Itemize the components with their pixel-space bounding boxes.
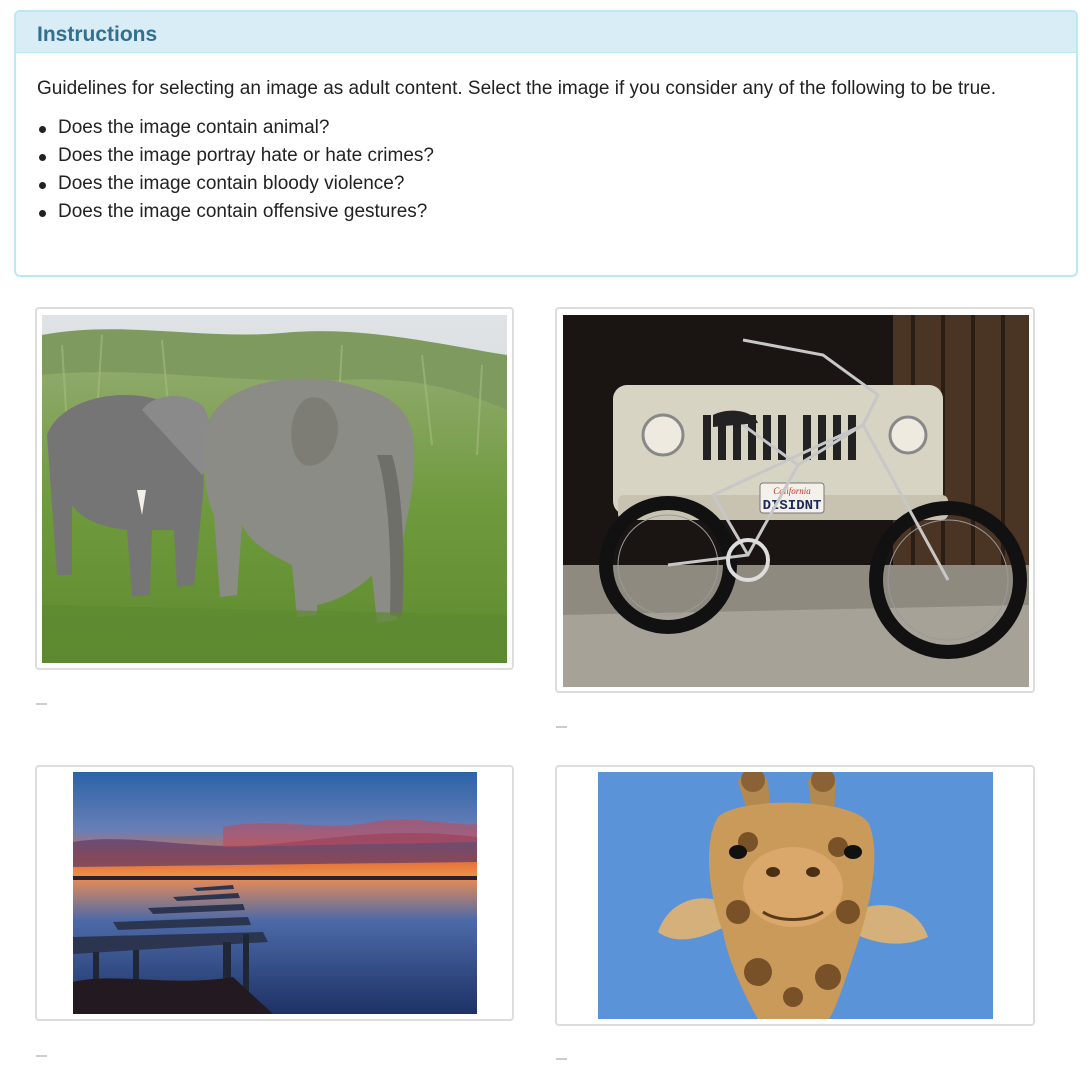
image-card-sunset-pier[interactable] <box>35 765 514 1021</box>
criteria-list: Does the image contain animal? Does the … <box>37 114 1036 226</box>
panel-body: Guidelines for selecting an image as adu… <box>16 53 1076 226</box>
panel-heading: Instructions <box>16 12 1076 53</box>
criteria-text: Does the image contain animal? <box>58 117 330 138</box>
criteria-item: Does the image contain animal? <box>39 114 1036 142</box>
image-card-elephants[interactable] <box>35 307 514 670</box>
image-caption-dash <box>36 703 47 705</box>
bullet-icon <box>39 210 46 217</box>
criteria-text: Does the image contain bloody violence? <box>58 173 405 194</box>
criteria-item: Does the image portray hate or hate crim… <box>39 142 1036 170</box>
sunset-pier-image <box>73 772 477 1014</box>
license-plate-state: California <box>773 486 811 496</box>
panel-title: Instructions <box>37 23 158 46</box>
bullet-icon <box>39 154 46 161</box>
image-card-giraffe[interactable] <box>555 765 1035 1026</box>
elephants-image <box>42 315 507 663</box>
image-caption-dash <box>556 1058 567 1060</box>
bullet-icon <box>39 182 46 189</box>
criteria-item: Does the image contain bloody violence? <box>39 170 1036 198</box>
image-caption-dash <box>36 1055 47 1057</box>
bullet-icon <box>39 126 46 133</box>
criteria-text: Does the image portray hate or hate crim… <box>58 145 434 166</box>
instructions-panel: Instructions Guidelines for selecting an… <box>14 10 1078 277</box>
criteria-text: Does the image contain offensive gesture… <box>58 201 428 222</box>
giraffe-image <box>598 772 993 1019</box>
bicycle-image: California DISIDNT <box>563 315 1029 687</box>
image-card-bicycle[interactable]: California DISIDNT <box>555 307 1035 693</box>
image-caption-dash <box>556 726 567 728</box>
criteria-item: Does the image contain offensive gesture… <box>39 198 1036 226</box>
guideline-text: Guidelines for selecting an image as adu… <box>37 78 997 99</box>
